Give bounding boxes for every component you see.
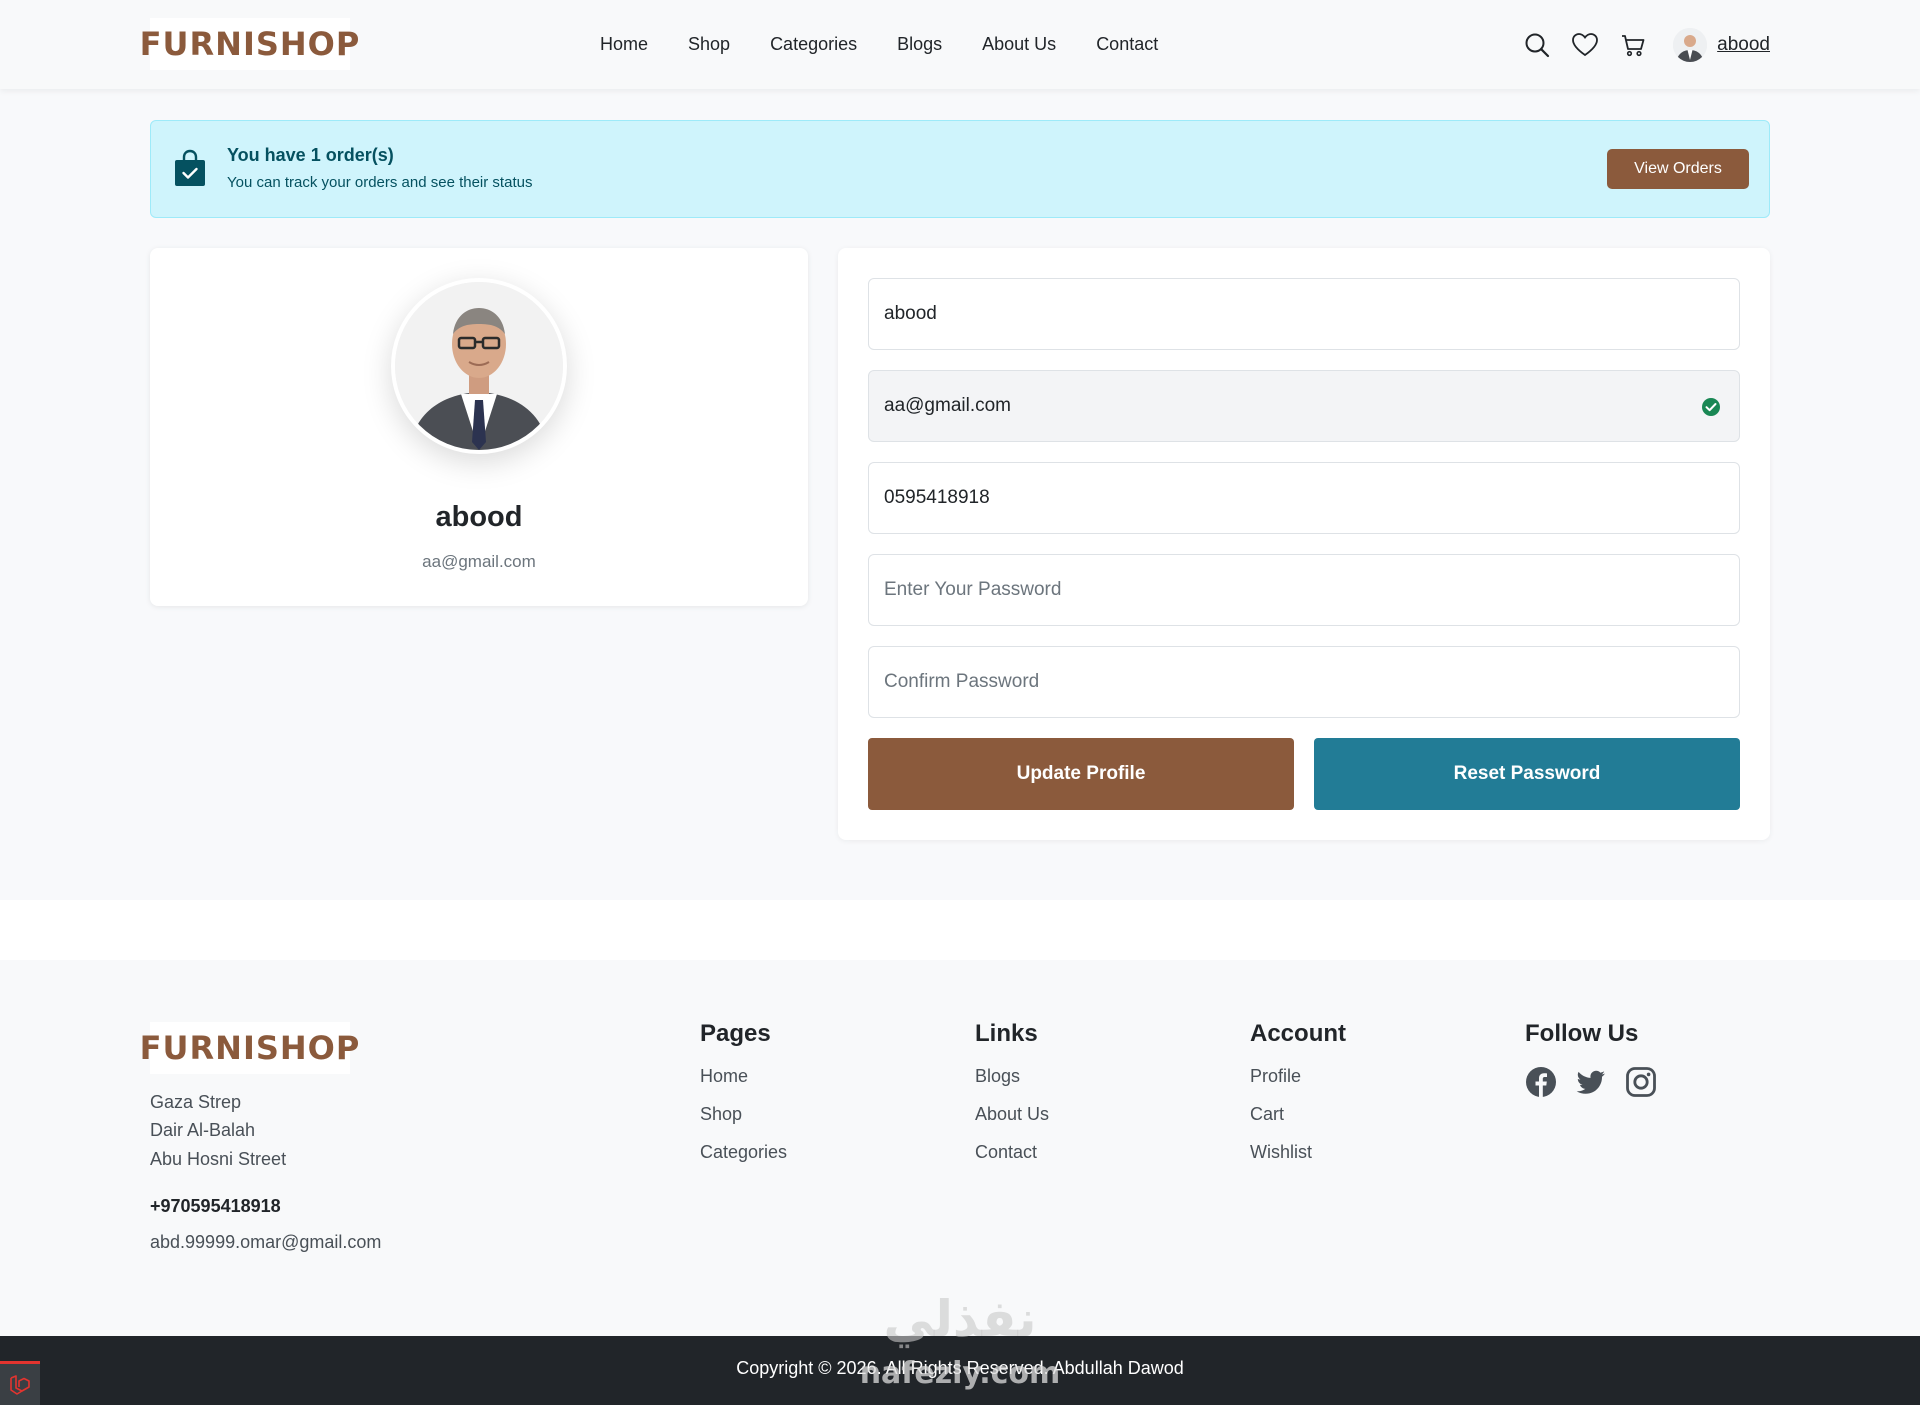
site-logo[interactable]: FURNISHOP <box>140 18 359 70</box>
site-header: FURNISHOP Home Shop Categories Blogs Abo… <box>0 0 1920 89</box>
main-nav: Home Shop Categories Blogs About Us Cont… <box>600 0 1158 89</box>
name-field[interactable]: abood <box>868 278 1740 350</box>
update-profile-button[interactable]: Update Profile <box>868 738 1294 810</box>
user-menu[interactable]: abood <box>1673 27 1770 62</box>
footer-column-links: Links Blogs About Us Contact <box>975 1020 1049 1180</box>
footer-logo[interactable]: FURNISHOP <box>140 1022 359 1074</box>
nav-categories[interactable]: Categories <box>770 34 857 55</box>
search-icon[interactable] <box>1523 31 1551 59</box>
footer-phone: +970595418918 <box>150 1196 281 1216</box>
alert-subtitle: You can track your orders and see their … <box>227 174 533 191</box>
social-links <box>1525 1066 1657 1103</box>
debugbar-laravel-icon[interactable] <box>0 1361 40 1405</box>
profile-name: abood <box>435 501 523 533</box>
footer-link-shop[interactable]: Shop <box>700 1104 787 1127</box>
check-circle-icon <box>1701 397 1721 423</box>
site-footer: FURNISHOP Gaza Strep Dair Al-Balah Abu H… <box>0 960 1920 1336</box>
footer-logo-text: FURNISHOP <box>139 1029 361 1067</box>
email-field[interactable]: aa@gmail.com <box>868 370 1740 442</box>
facebook-icon[interactable] <box>1525 1066 1557 1103</box>
copyright-bar: Copyright © 2026. All Rights Reserved. A… <box>0 1294 1920 1405</box>
footer-link-categories[interactable]: Categories <box>700 1142 787 1165</box>
profile-avatar <box>391 278 567 454</box>
address-line: Abu Hosni Street <box>150 1149 287 1169</box>
nav-home[interactable]: Home <box>600 34 648 55</box>
address-line: Dair Al-Balah <box>150 1120 256 1140</box>
avatar[interactable] <box>1673 27 1708 62</box>
view-orders-button[interactable]: View Orders <box>1607 149 1749 189</box>
footer-link-blogs[interactable]: Blogs <box>975 1066 1049 1089</box>
alert-title: You have 1 order(s) <box>227 145 394 165</box>
profile-email: aa@gmail.com <box>422 552 536 571</box>
copyright-text: Copyright © 2026. All Rights Reserved. A… <box>736 1358 1184 1378</box>
user-name-link[interactable]: abood <box>1717 34 1770 56</box>
nav-about-us[interactable]: About Us <box>982 34 1056 55</box>
cart-icon[interactable] <box>1619 31 1647 59</box>
nav-blogs[interactable]: Blogs <box>897 34 942 55</box>
section-divider <box>0 900 1920 960</box>
footer-link-contact[interactable]: Contact <box>975 1142 1049 1165</box>
footer-link-about-us[interactable]: About Us <box>975 1104 1049 1127</box>
footer-link-profile[interactable]: Profile <box>1250 1066 1346 1089</box>
heart-icon[interactable] <box>1571 31 1599 59</box>
footer-column-account: Account Profile Cart Wishlist <box>1250 1020 1346 1180</box>
email-field-value: aa@gmail.com <box>884 395 1011 416</box>
footer-column-title: Follow Us <box>1525 1020 1639 1047</box>
footer-email: abd.99999.omar@gmail.com <box>150 1232 382 1252</box>
instagram-icon[interactable] <box>1625 1066 1657 1103</box>
nav-contact[interactable]: Contact <box>1096 34 1158 55</box>
address-line: Gaza Strep <box>150 1092 242 1112</box>
profile-form: abood aa@gmail.com 0595418918 Enter Your… <box>838 248 1770 840</box>
password-field[interactable]: Enter Your Password <box>868 554 1740 626</box>
reset-password-button[interactable]: Reset Password <box>1314 738 1740 810</box>
footer-column-pages: Pages Home Shop Categories <box>700 1020 787 1180</box>
profile-card: abood aa@gmail.com <box>150 248 808 606</box>
footer-link-home[interactable]: Home <box>700 1066 787 1089</box>
footer-column-title: Links <box>975 1020 1038 1047</box>
footer-column-title: Pages <box>700 1020 771 1047</box>
orders-alert: You have 1 order(s) You can track your o… <box>150 120 1770 218</box>
twitter-icon[interactable] <box>1575 1066 1607 1103</box>
header-actions: abood <box>1523 0 1770 89</box>
confirm-password-field[interactable]: Confirm Password <box>868 646 1740 718</box>
footer-link-wishlist[interactable]: Wishlist <box>1250 1142 1346 1165</box>
footer-column-title: Account <box>1250 1020 1346 1047</box>
phone-field[interactable]: 0595418918 <box>868 462 1740 534</box>
footer-column-follow: Follow Us <box>1525 1020 1657 1103</box>
logo-text: FURNISHOP <box>139 25 361 63</box>
footer-link-cart[interactable]: Cart <box>1250 1104 1346 1127</box>
shopping-bag-check-icon <box>173 149 207 192</box>
nav-shop[interactable]: Shop <box>688 34 730 55</box>
